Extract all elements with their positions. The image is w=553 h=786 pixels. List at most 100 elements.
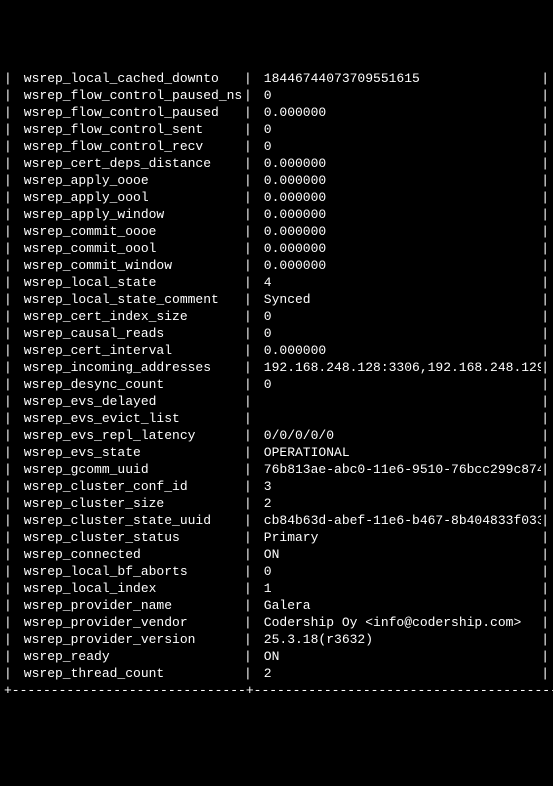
pipe-icon: | bbox=[244, 155, 256, 172]
variable-value: 0.000000 bbox=[256, 172, 541, 189]
table-row: | wsrep_apply_oool| 0.000000| bbox=[0, 189, 553, 206]
variable-name: wsrep_thread_count bbox=[16, 665, 244, 682]
pipe-icon: | bbox=[541, 393, 549, 410]
pipe-icon: | bbox=[244, 104, 256, 121]
table-row: | wsrep_apply_oooe| 0.000000| bbox=[0, 172, 553, 189]
variable-name: wsrep_local_bf_aborts bbox=[16, 563, 244, 580]
pipe-icon: | bbox=[244, 648, 256, 665]
pipe-icon: | bbox=[4, 325, 16, 342]
variable-name: wsrep_flow_control_paused_ns bbox=[16, 87, 244, 104]
pipe-icon: | bbox=[4, 376, 16, 393]
table-row: | wsrep_cluster_size| 2| bbox=[0, 495, 553, 512]
pipe-icon: | bbox=[4, 427, 16, 444]
pipe-icon: | bbox=[4, 393, 16, 410]
variable-name: wsrep_evs_delayed bbox=[16, 393, 244, 410]
pipe-icon: | bbox=[244, 512, 256, 529]
variable-value: Galera bbox=[256, 597, 541, 614]
table-row: | wsrep_gcomm_uuid| 76b813ae-abc0-11e6-9… bbox=[0, 461, 553, 478]
variable-value: 2 bbox=[256, 495, 541, 512]
pipe-icon: | bbox=[4, 70, 16, 87]
pipe-icon: | bbox=[541, 104, 549, 121]
variable-name: wsrep_provider_vendor bbox=[16, 614, 244, 631]
pipe-icon: | bbox=[541, 223, 549, 240]
table-row: | wsrep_cluster_state_uuid| cb84b63d-abe… bbox=[0, 512, 553, 529]
variable-value: 0.000000 bbox=[256, 155, 541, 172]
pipe-icon: | bbox=[541, 376, 549, 393]
pipe-icon: | bbox=[244, 257, 256, 274]
variable-name: wsrep_cluster_state_uuid bbox=[16, 512, 244, 529]
pipe-icon: | bbox=[4, 665, 16, 682]
table-row: | wsrep_local_cached_downto| 18446744073… bbox=[0, 70, 553, 87]
variable-value: 1 bbox=[256, 580, 541, 597]
pipe-icon: | bbox=[244, 631, 256, 648]
variable-value: 0 bbox=[256, 308, 541, 325]
variable-name: wsrep_apply_oooe bbox=[16, 172, 244, 189]
pipe-icon: | bbox=[244, 138, 256, 155]
pipe-icon: | bbox=[541, 189, 549, 206]
pipe-icon: | bbox=[4, 155, 16, 172]
pipe-icon: | bbox=[4, 597, 16, 614]
variable-value: 0 bbox=[256, 325, 541, 342]
variable-value: 0 bbox=[256, 138, 541, 155]
variable-value: Codership Oy <info@codership.com> bbox=[256, 614, 541, 631]
variable-value: 0 bbox=[256, 563, 541, 580]
pipe-icon: | bbox=[541, 461, 549, 478]
pipe-icon: | bbox=[4, 240, 16, 257]
pipe-icon: | bbox=[4, 274, 16, 291]
table-row: | wsrep_causal_reads| 0| bbox=[0, 325, 553, 342]
variable-name: wsrep_flow_control_paused bbox=[16, 104, 244, 121]
pipe-icon: | bbox=[541, 563, 549, 580]
variable-value: 2 bbox=[256, 665, 541, 682]
pipe-icon: | bbox=[244, 580, 256, 597]
pipe-icon: | bbox=[244, 478, 256, 495]
pipe-icon: | bbox=[541, 359, 549, 376]
pipe-icon: | bbox=[541, 665, 549, 682]
pipe-icon: | bbox=[4, 614, 16, 631]
pipe-icon: | bbox=[244, 274, 256, 291]
pipe-icon: | bbox=[541, 155, 549, 172]
variable-name: wsrep_commit_window bbox=[16, 257, 244, 274]
pipe-icon: | bbox=[4, 359, 16, 376]
pipe-icon: | bbox=[4, 308, 16, 325]
variable-name: wsrep_commit_oooe bbox=[16, 223, 244, 240]
variable-name: wsrep_commit_oool bbox=[16, 240, 244, 257]
pipe-icon: | bbox=[541, 478, 549, 495]
pipe-icon: | bbox=[541, 648, 549, 665]
pipe-icon: | bbox=[4, 512, 16, 529]
pipe-icon: | bbox=[244, 70, 256, 87]
table-row: | wsrep_commit_oool| 0.000000| bbox=[0, 240, 553, 257]
pipe-icon: | bbox=[244, 427, 256, 444]
pipe-icon: | bbox=[541, 444, 549, 461]
pipe-icon: | bbox=[244, 495, 256, 512]
variable-name: wsrep_ready bbox=[16, 648, 244, 665]
variable-name: wsrep_evs_state bbox=[16, 444, 244, 461]
table-row: | wsrep_incoming_addresses| 192.168.248.… bbox=[0, 359, 553, 376]
pipe-icon: | bbox=[244, 529, 256, 546]
table-row: | wsrep_flow_control_recv| 0| bbox=[0, 138, 553, 155]
pipe-icon: | bbox=[541, 495, 549, 512]
variable-value: 0.000000 bbox=[256, 342, 541, 359]
table-row: | wsrep_provider_version| 25.3.18(r3632)… bbox=[0, 631, 553, 648]
table-row: | wsrep_cert_interval| 0.000000| bbox=[0, 342, 553, 359]
pipe-icon: | bbox=[244, 359, 256, 376]
variable-name: wsrep_provider_version bbox=[16, 631, 244, 648]
variable-name: wsrep_provider_name bbox=[16, 597, 244, 614]
pipe-icon: | bbox=[4, 546, 16, 563]
pipe-icon: | bbox=[541, 206, 549, 223]
variable-value: 0.000000 bbox=[256, 223, 541, 240]
variable-value: 0 bbox=[256, 121, 541, 138]
variable-value: 0/0/0/0/0 bbox=[256, 427, 541, 444]
pipe-icon: | bbox=[244, 223, 256, 240]
pipe-icon: | bbox=[541, 342, 549, 359]
variable-value: ON bbox=[256, 546, 541, 563]
pipe-icon: | bbox=[541, 580, 549, 597]
variable-name: wsrep_local_index bbox=[16, 580, 244, 597]
variable-value: 3 bbox=[256, 478, 541, 495]
variable-name: wsrep_local_cached_downto bbox=[16, 70, 244, 87]
status-table: | wsrep_local_cached_downto| 18446744073… bbox=[0, 70, 553, 699]
variable-name: wsrep_connected bbox=[16, 546, 244, 563]
table-row: | wsrep_flow_control_paused| 0.000000| bbox=[0, 104, 553, 121]
variable-name: wsrep_local_state bbox=[16, 274, 244, 291]
variable-value: 76b813ae-abc0-11e6-9510-76bcc299c874 bbox=[256, 461, 541, 478]
variable-value: 0.000000 bbox=[256, 189, 541, 206]
